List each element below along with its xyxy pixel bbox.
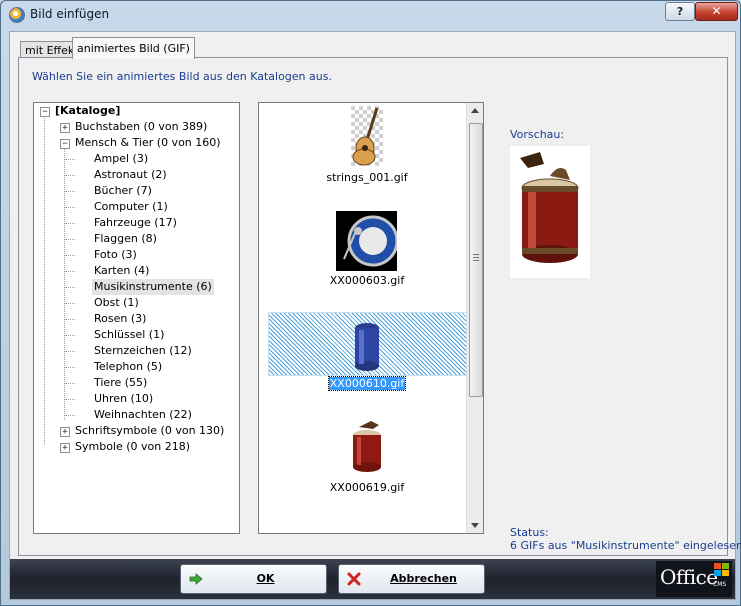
tree-item-ampel[interactable]: Ampel (3) [94, 151, 148, 167]
tree-item-buecher[interactable]: Bücher (7) [94, 183, 152, 199]
grip-line [473, 254, 479, 255]
grip-line [473, 257, 479, 258]
preview-label: Vorschau: [510, 128, 565, 141]
drum-icon[interactable] [352, 316, 382, 372]
tab-animiertes-bild[interactable]: animiertes Bild (GIF) [72, 37, 195, 59]
tree-item-sternzeichen[interactable]: Sternzeichen (12) [94, 343, 192, 359]
tree-item-fahrzeuge[interactable]: Fahrzeuge (17) [94, 215, 177, 231]
status-text: 6 GIFs aus "Musikinstrumente" eingelesen [510, 539, 741, 552]
windows-flag-icon [714, 563, 729, 576]
tree-line [65, 351, 75, 352]
tree-item-mensch-tier[interactable]: Mensch & Tier (0 von 160) [75, 135, 221, 151]
logo-text: Office [660, 565, 718, 589]
tree-line [65, 415, 75, 416]
guitar-icon[interactable] [351, 106, 383, 166]
catalog-tree[interactable]: − [Kataloge] + Buchstaben (0 von 389) − … [33, 102, 240, 534]
tree-item-computer[interactable]: Computer (1) [94, 199, 168, 215]
selected-filename[interactable]: XX000610.gif [327, 376, 407, 391]
tree-item-karten[interactable]: Karten (4) [94, 263, 149, 279]
tree-line [65, 319, 75, 320]
tree-item-schriftsymbole[interactable]: Schriftsymbole (0 von 130) [75, 423, 224, 439]
green-arrow-icon [189, 573, 203, 585]
collapse-icon[interactable]: − [40, 107, 50, 117]
tree-item-rosen[interactable]: Rosen (3) [94, 311, 146, 327]
officecms-logo: Office CMS [656, 561, 732, 597]
gif-gallery[interactable]: strings_001.gif XX000603.gif XX000610.gi… [258, 102, 484, 534]
tree-root[interactable]: [Kataloge] [55, 103, 120, 119]
tree-line [65, 335, 75, 336]
help-button[interactable]: ? [665, 2, 695, 21]
tree-line [65, 239, 75, 240]
tree-line [65, 303, 75, 304]
tree-line [65, 399, 75, 400]
tree-item-musikinstrumente[interactable]: Musikinstrumente (6) [92, 279, 214, 295]
collapse-icon[interactable]: − [60, 139, 70, 149]
tree-item-flaggen[interactable]: Flaggen (8) [94, 231, 157, 247]
dialog-client: mit Effekt animiertes Bild (GIF) Wählen … [9, 31, 741, 600]
preview-image [510, 146, 590, 278]
gallery-item-label[interactable]: XX000603.gif [262, 274, 472, 287]
scroll-thumb[interactable] [469, 123, 483, 397]
expand-icon[interactable]: + [60, 427, 70, 437]
cancel-label: Abbrechen [390, 572, 457, 585]
tree-line [65, 223, 75, 224]
drum-icon [520, 152, 579, 263]
tree-line [64, 147, 65, 420]
tree-line [65, 175, 75, 176]
tree-line [65, 255, 75, 256]
tree-line [65, 287, 75, 288]
gallery-scrollbar[interactable] [466, 103, 483, 533]
drum-icon[interactable] [349, 419, 385, 475]
grip-line [473, 260, 479, 261]
tree-item-weihnachten[interactable]: Weihnachten (22) [94, 407, 192, 423]
tab-panel: Wählen Sie ein animiertes Bild aus den K… [18, 57, 741, 556]
scroll-down-icon[interactable] [471, 523, 479, 528]
red-x-icon [347, 572, 361, 586]
tree-line [44, 115, 45, 445]
tree-item-symbole[interactable]: Symbole (0 von 218) [75, 439, 190, 455]
gallery-item-label[interactable]: XX000619.gif [262, 481, 472, 494]
tree-item-tiere[interactable]: Tiere (55) [94, 375, 147, 391]
tree-line [65, 159, 75, 160]
ok-button[interactable]: OK [180, 564, 327, 594]
tree-line [65, 367, 75, 368]
tree-line [65, 207, 75, 208]
app-icon [9, 7, 25, 23]
scroll-up-icon[interactable] [471, 108, 479, 113]
button-bar: OK Abbrechen Office CMS [10, 559, 735, 599]
bass-drum-icon[interactable] [336, 211, 397, 271]
expand-icon[interactable]: + [60, 443, 70, 453]
expand-icon[interactable]: + [60, 123, 70, 133]
ok-label: OK [256, 572, 275, 585]
tree-item-schluessel[interactable]: Schlüssel (1) [94, 327, 164, 343]
gallery-item-label[interactable]: strings_001.gif [262, 171, 472, 184]
intro-text: Wählen Sie ein animiertes Bild aus den K… [32, 70, 332, 83]
tree-item-astronaut[interactable]: Astronaut (2) [94, 167, 167, 183]
close-button[interactable]: ✕ [695, 2, 738, 21]
cancel-button[interactable]: Abbrechen [338, 564, 485, 594]
window-title: Bild einfügen [30, 7, 110, 21]
tree-item-buchstaben[interactable]: Buchstaben (0 von 389) [75, 119, 207, 135]
dialog-window: Bild einfügen ? ✕ mit Effekt animiertes … [0, 0, 741, 606]
status-label: Status: [510, 526, 549, 539]
logo-sub: CMS [713, 581, 727, 588]
tree-line [65, 191, 75, 192]
tree-line [65, 383, 75, 384]
title-bar[interactable]: Bild einfügen ? ✕ [1, 1, 740, 29]
gallery-item-label[interactable]: XX000610.gif [262, 376, 472, 391]
tree-item-obst[interactable]: Obst (1) [94, 295, 139, 311]
tree-item-uhren[interactable]: Uhren (10) [94, 391, 153, 407]
tree-item-foto[interactable]: Foto (3) [94, 247, 137, 263]
tree-line [65, 271, 75, 272]
tree-item-telephon[interactable]: Telephon (5) [94, 359, 162, 375]
